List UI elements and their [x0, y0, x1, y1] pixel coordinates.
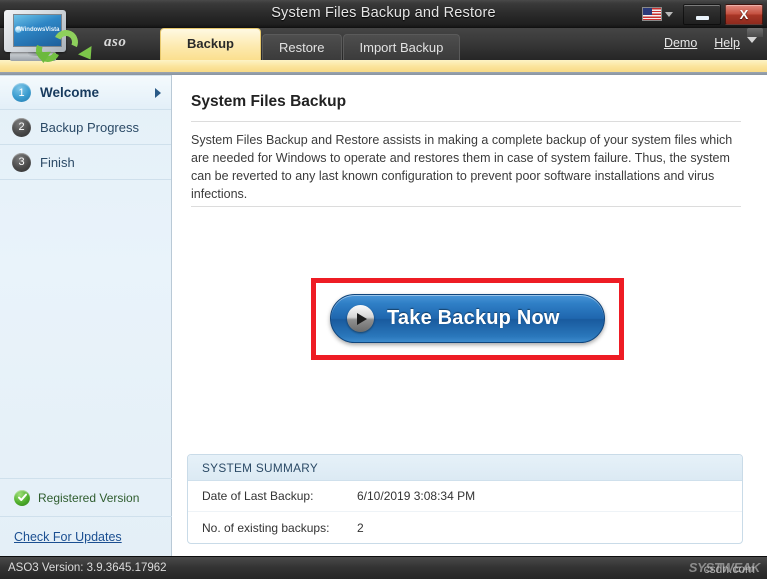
play-triangle-icon — [357, 312, 367, 325]
play-icon — [347, 305, 374, 332]
check-updates-row[interactable]: Check For Updates — [0, 516, 172, 556]
summary-row-last-backup: Date of Last Backup: 6/10/2019 3:08:34 P… — [188, 481, 742, 512]
minimize-button[interactable] — [683, 3, 721, 25]
tab-list: Backup Restore Import Backup — [160, 28, 461, 60]
sidebar: 1 Welcome 2 Backup Progress 3 Finish Reg… — [0, 75, 172, 556]
logo-screen-text: WindowsVista — [19, 27, 60, 33]
take-backup-now-label: Take Backup Now — [387, 307, 560, 329]
us-flag-icon — [642, 7, 662, 21]
help-chevron-down-icon[interactable] — [747, 37, 757, 43]
system-summary-panel: SYSTEM SUMMARY Date of Last Backup: 6/10… — [187, 454, 743, 544]
help-tab-handle[interactable] — [747, 28, 763, 37]
sidebar-item-label: Finish — [40, 154, 75, 170]
demo-link[interactable]: Demo — [664, 36, 697, 50]
summary-value: 2 — [357, 520, 364, 535]
sidebar-item-label: Welcome — [40, 85, 100, 100]
help-link-label: Help — [714, 36, 740, 50]
description-divider — [191, 206, 741, 207]
demo-link-label: Demo — [663, 36, 698, 50]
page-title: System Files Backup — [191, 93, 347, 110]
title-divider — [191, 121, 741, 122]
sidebar-footer: Registered Version Check For Updates — [0, 478, 172, 556]
check-updates-link[interactable]: Check For Updates — [14, 530, 122, 544]
chevron-right-icon — [155, 87, 161, 98]
app-logo: WindowsVista — [2, 8, 98, 80]
summary-value: 6/10/2019 3:08:34 PM — [357, 489, 476, 503]
sidebar-item-welcome[interactable]: 1 Welcome — [0, 75, 171, 110]
language-selector[interactable] — [642, 7, 673, 21]
close-button[interactable]: X — [725, 3, 763, 25]
summary-key: No. of existing backups: — [202, 520, 330, 535]
sidebar-item-finish[interactable]: 3 Finish — [0, 145, 171, 180]
help-link[interactable]: Help — [714, 36, 740, 50]
application-window: System Files Backup and Restore X aso Ba… — [0, 0, 767, 579]
check-circle-icon — [14, 489, 30, 506]
close-icon: X — [739, 6, 749, 22]
registered-version-row: Registered Version — [0, 478, 172, 516]
summary-row-existing-backups: No. of existing backups: 2 — [188, 512, 742, 543]
page-description: System Files Backup and Restore assists … — [191, 133, 733, 201]
sidebar-item-label: Backup Progress — [40, 119, 139, 135]
summary-key: Date of Last Backup: — [202, 489, 314, 503]
step-number-badge: 2 — [12, 117, 31, 137]
sidebar-item-backup-progress[interactable]: 2 Backup Progress — [0, 110, 171, 145]
main-content: System Files Backup System Files Backup … — [173, 75, 767, 556]
step-number-badge: 3 — [12, 152, 31, 172]
take-backup-now-button[interactable]: Take Backup Now — [330, 294, 605, 343]
registered-version-label: Registered Version — [38, 490, 140, 505]
aso-brand-mark: aso — [104, 34, 127, 50]
tab-restore[interactable]: Restore — [261, 34, 342, 60]
system-summary-heading: SYSTEM SUMMARY — [188, 455, 742, 481]
csdn-watermark: csdn.com — [703, 562, 755, 576]
window-controls: X — [642, 2, 763, 26]
chevron-down-icon[interactable] — [665, 11, 673, 17]
version-label: ASO3 Version: 3.9.3645.17962 — [8, 562, 167, 574]
tab-accent-band — [0, 60, 767, 72]
tab-import-backup[interactable]: Import Backup — [342, 34, 461, 60]
tab-backup[interactable]: Backup — [160, 28, 261, 60]
tab-bar: aso Backup Restore Import Backup Demo He… — [0, 28, 767, 60]
status-bar: ASO3 Version: 3.9.3645.17962 SYSTWEAK cs… — [0, 556, 767, 579]
minimize-icon — [695, 15, 709, 20]
step-number-badge: 1 — [12, 83, 31, 102]
title-bar: System Files Backup and Restore X — [0, 0, 767, 28]
top-links: Demo Help — [664, 36, 757, 50]
